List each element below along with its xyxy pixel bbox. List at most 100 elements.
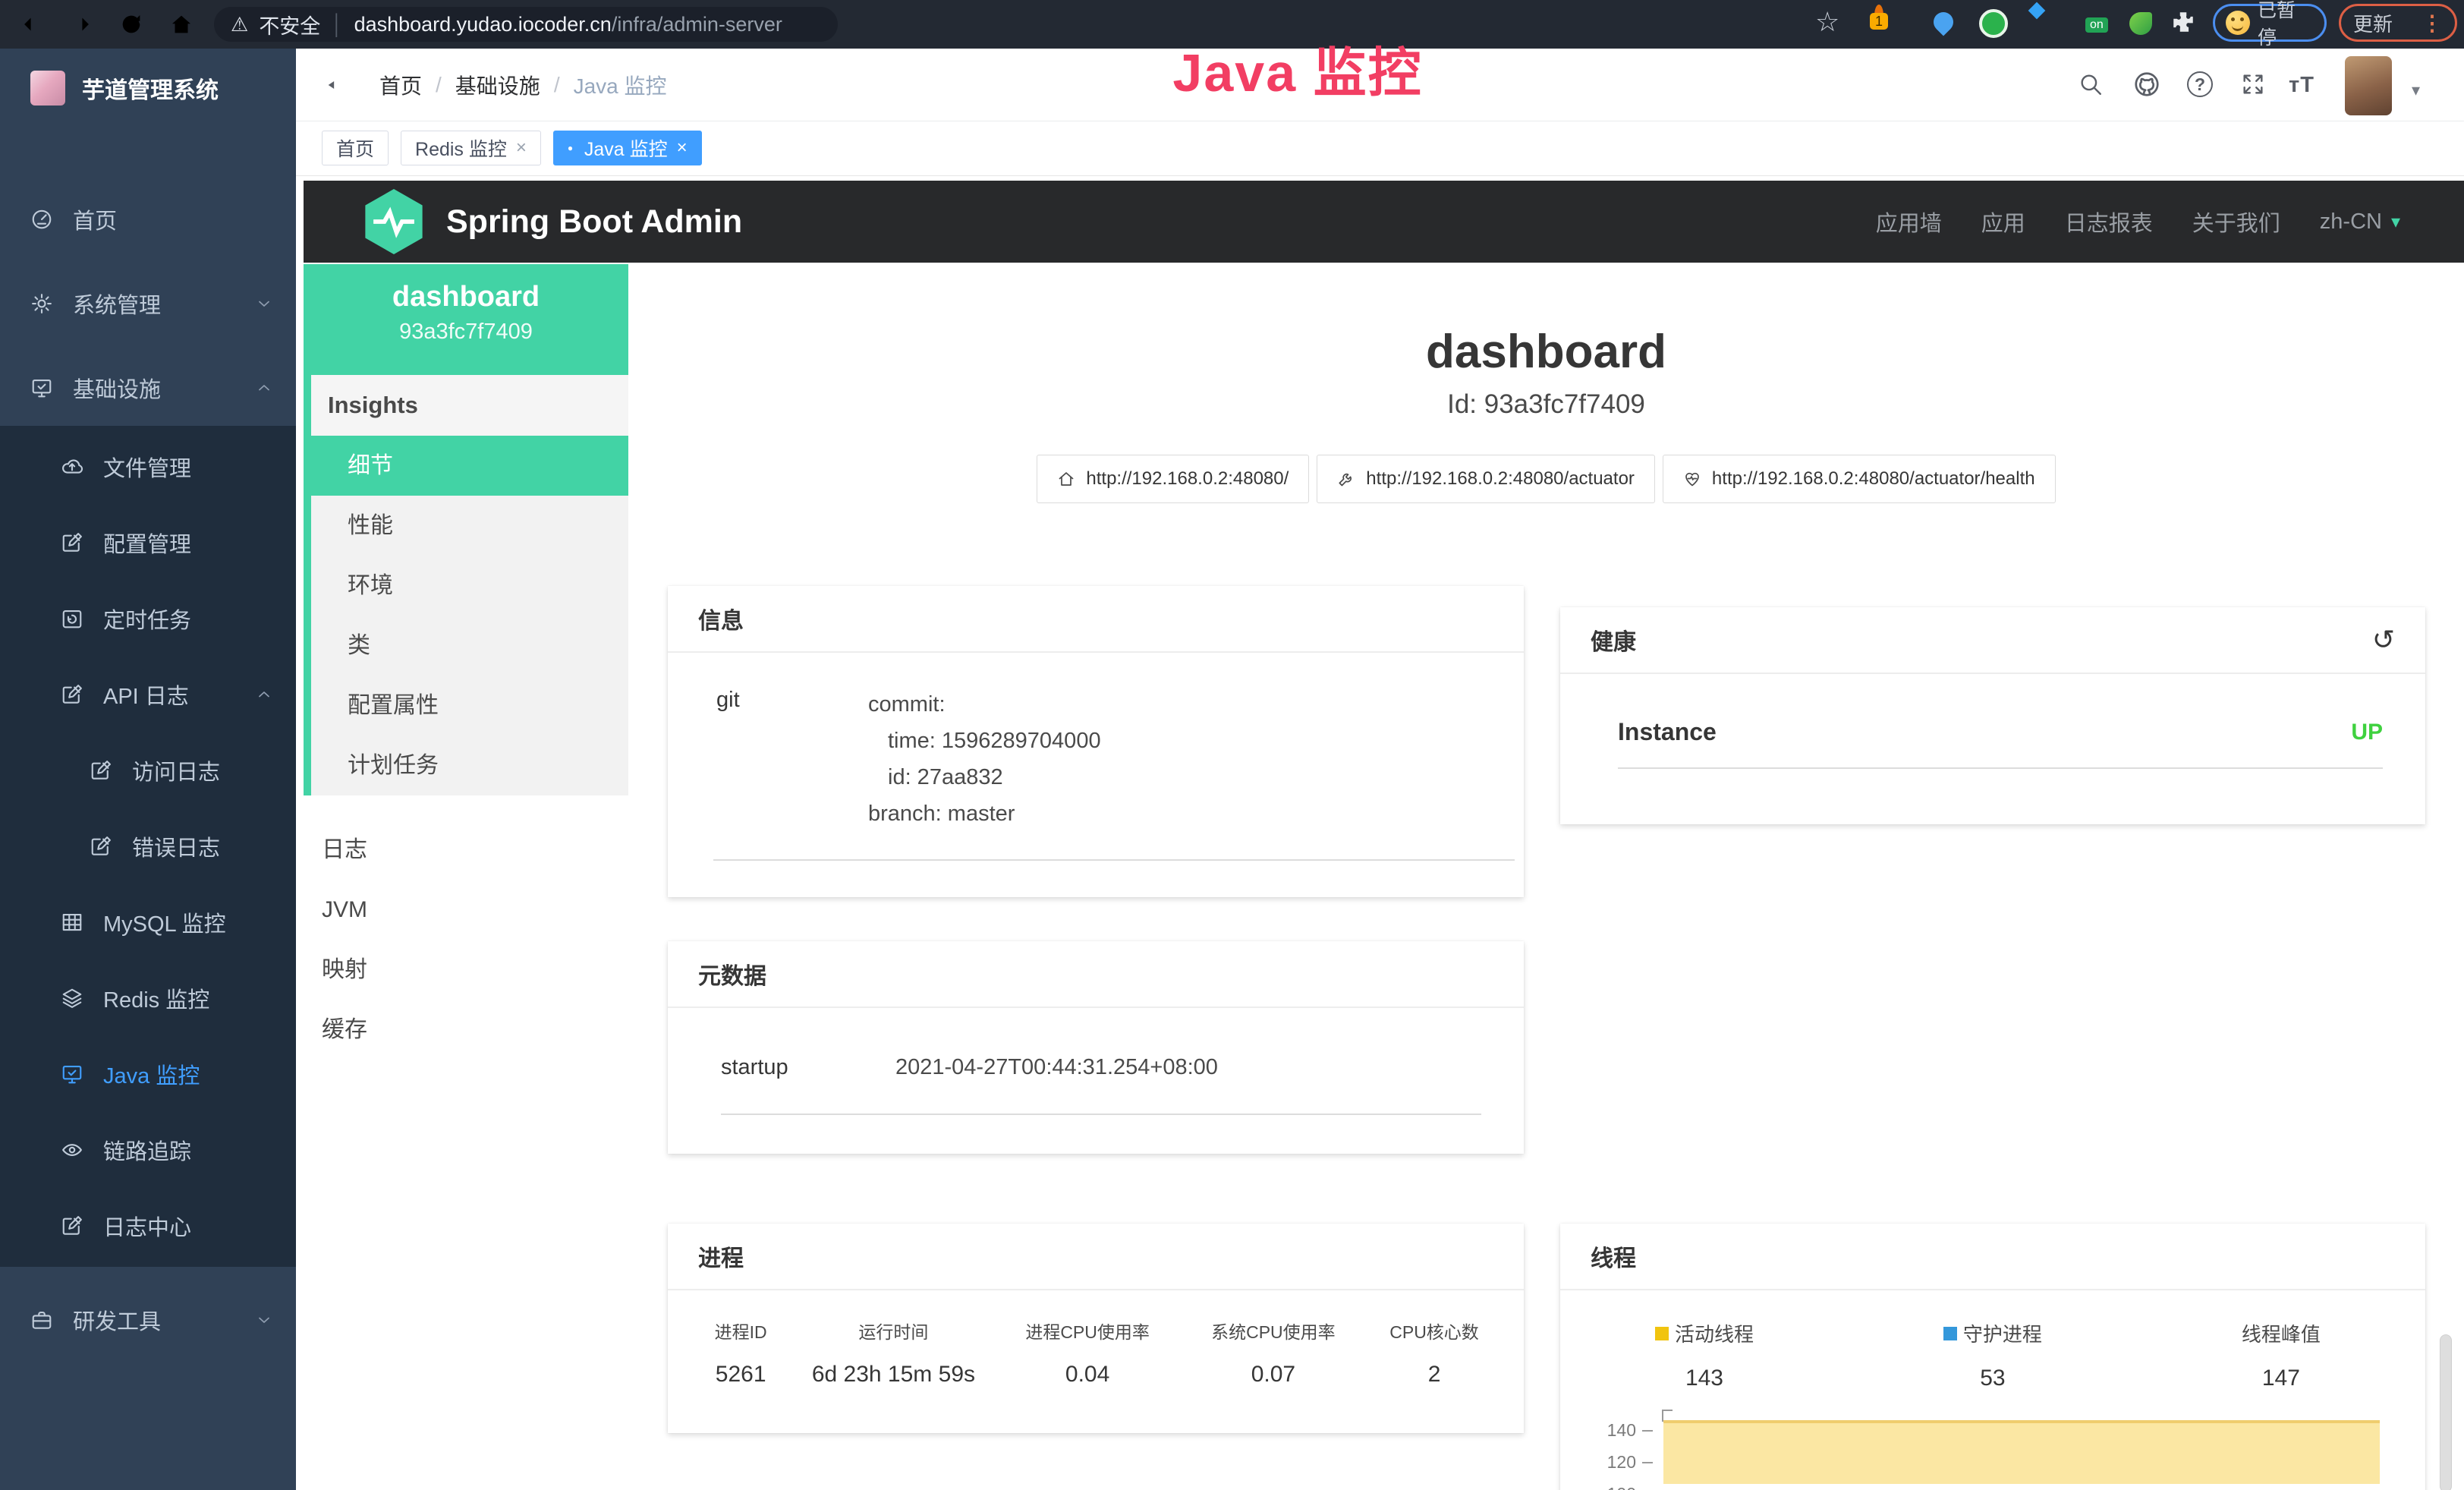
sidebar-item-log-center[interactable]: 日志中心	[0, 1188, 296, 1264]
nav-item-classes[interactable]: 类	[304, 616, 628, 676]
browser-update-button[interactable]: 更新 ⋮	[2339, 4, 2457, 42]
breadcrumb-home[interactable]: 首页	[379, 70, 422, 100]
close-icon[interactable]: ×	[516, 137, 527, 159]
sba-brand[interactable]: Spring Boot Admin	[446, 203, 742, 241]
sba-locale-select[interactable]: zh-CN ▾	[2320, 209, 2400, 235]
tab-java-monitor[interactable]: ● Java 监控 ×	[553, 131, 702, 165]
sidebar-item-api-log[interactable]: API 日志	[0, 657, 296, 732]
browser-reload-icon[interactable]	[118, 11, 144, 37]
search-icon[interactable]	[2078, 71, 2104, 97]
legend-daemon-swatch	[1943, 1327, 1957, 1340]
paused-label: 已暂停	[2258, 0, 2314, 50]
process-cpu: 0.04	[989, 1362, 1187, 1388]
timer-icon	[61, 607, 83, 630]
app-sidebar: 芋道管理系统 首页 系统管理 基础设施 文件管理 配置管理	[0, 49, 296, 1490]
extension-sprout-icon[interactable]	[2129, 12, 2152, 35]
browser-home-icon[interactable]	[168, 11, 194, 37]
edit-square-icon	[61, 531, 83, 554]
sidebar-item-error-log[interactable]: 错误日志	[0, 808, 296, 884]
table-icon	[61, 911, 83, 934]
locale-caret-icon: ▾	[2391, 211, 2400, 233]
nav-item-config-props[interactable]: 配置属性	[304, 676, 628, 736]
profile-paused-badge[interactable]: 已暂停	[2213, 4, 2327, 42]
nav-item-caches[interactable]: 缓存	[304, 1000, 628, 1060]
sidebar-item-file-management[interactable]: 文件管理	[0, 429, 296, 505]
chevron-up-icon	[255, 379, 273, 397]
sba-iframe-content: Spring Boot Admin 应用墙 应用 日志报表 关于我们 zh-CN…	[296, 176, 2464, 1490]
endpoint-health-link[interactable]: http://192.168.0.2:48080/actuator/health	[1663, 455, 2056, 503]
endpoint-actuator-link[interactable]: http://192.168.0.2:48080/actuator	[1317, 455, 1655, 503]
nav-item-scheduled-tasks[interactable]: 计划任务	[304, 736, 628, 795]
card-threads-title: 线程	[1591, 1240, 1636, 1273]
page-instance-id: Id: 93a3fc7f7409	[628, 389, 2464, 420]
sidebar-item-access-log[interactable]: 访问日志	[0, 732, 296, 808]
tab-home[interactable]: 首页	[322, 131, 389, 165]
sidebar-item-home[interactable]: 首页	[0, 181, 296, 257]
metadata-row-label: startup	[721, 1055, 895, 1080]
nav-item-mappings[interactable]: 映射	[304, 940, 628, 1000]
sba-nav-applications[interactable]: 应用	[1981, 206, 2025, 238]
endpoint-home-link[interactable]: http://192.168.0.2:48080/	[1037, 455, 1309, 503]
log-edit-icon	[61, 1214, 83, 1237]
sidebar-item-infrastructure[interactable]: 基础设施	[0, 350, 296, 426]
health-instance-row[interactable]: Instance UP	[1618, 718, 2383, 746]
instance-header[interactable]: dashboard 93a3fc7f7409	[304, 264, 628, 375]
sidebar-item-redis-monitor[interactable]: Redis 监控	[0, 960, 296, 1036]
user-avatar[interactable]	[2345, 56, 2392, 115]
sidebar-item-system[interactable]: 系统管理	[0, 266, 296, 342]
browser-menu-icon[interactable]: ⋮	[2422, 11, 2443, 36]
font-size-icon[interactable]: тT	[2289, 73, 2315, 98]
extension-on-badge: on	[2085, 17, 2108, 33]
nav-item-jvm[interactable]: JVM	[304, 880, 628, 940]
process-uptime: 6d 23h 15m 59s	[798, 1362, 988, 1388]
sidebar-item-scheduled-jobs[interactable]: 定时任务	[0, 581, 296, 657]
browser-forward-icon[interactable]	[68, 11, 94, 37]
log-edit-icon	[90, 759, 112, 782]
user-menu-caret-icon[interactable]: ▾	[2412, 80, 2420, 100]
nav-item-environment[interactable]: 环境	[304, 556, 628, 616]
sba-nav-wallboard[interactable]: 应用墙	[1876, 206, 1942, 238]
tab-redis-monitor[interactable]: Redis 监控 ×	[401, 131, 541, 165]
threads-area-chart: 140 120 100	[1560, 1413, 2406, 1490]
browser-back-icon[interactable]	[19, 11, 45, 37]
system-cpu: 0.07	[1187, 1362, 1360, 1388]
cloud-upload-icon	[61, 455, 83, 478]
sidebar-item-config-management[interactable]: 配置管理	[0, 505, 296, 581]
close-icon[interactable]: ×	[677, 137, 688, 159]
home-icon	[1057, 470, 1075, 488]
nav-item-metrics[interactable]: 性能	[304, 496, 628, 556]
page-title: dashboard	[628, 325, 2464, 379]
nav-item-logs[interactable]: 日志	[304, 820, 628, 880]
history-icon[interactable]: ↺	[2372, 624, 2395, 656]
extension-colorzilla-icon[interactable]: 1	[1874, 5, 1883, 27]
dashboard-gauge-icon	[30, 208, 53, 231]
sba-nav-about[interactable]: 关于我们	[2192, 206, 2280, 238]
sidebar-item-tracing[interactable]: 链路追踪	[0, 1112, 296, 1188]
sidebar-collapse-icon[interactable]	[323, 70, 354, 100]
app-logo-row[interactable]: 芋道管理系统	[0, 49, 296, 128]
sba-nav-journal[interactable]: 日志报表	[2065, 206, 2153, 238]
extension-y-icon[interactable]	[1979, 9, 2008, 38]
sidebar-item-mysql-monitor[interactable]: MySQL 监控	[0, 884, 296, 960]
sidebar-item-dev-tools[interactable]: 研发工具	[0, 1282, 296, 1358]
sidebar-item-java-monitor[interactable]: Java 监控	[0, 1036, 296, 1112]
sba-instance-nav: dashboard 93a3fc7f7409 Insights 细节 性能 环境…	[304, 264, 628, 1060]
address-bar[interactable]: ⚠ 不安全 │ dashboard.yudao.iocoder.cn/infra…	[214, 7, 838, 42]
process-table-values: 5261 6d 23h 15m 59s 0.04 0.07 2	[683, 1362, 1509, 1388]
live-threads-value: 143	[1560, 1366, 1849, 1391]
github-icon[interactable]	[2132, 70, 2161, 99]
card-health-title: 健康	[1591, 623, 1636, 657]
extensions-puzzle-icon[interactable]	[2170, 9, 2196, 35]
help-icon[interactable]: ?	[2187, 71, 2213, 97]
url-host: dashboard.yudao.iocoder.cn	[354, 13, 612, 36]
nav-item-details[interactable]: 细节	[304, 436, 628, 496]
address-divider: │	[331, 13, 343, 36]
log-edit-icon	[90, 835, 112, 858]
extension-pin-icon[interactable]	[1930, 8, 1958, 36]
extension-badge: 1	[1870, 13, 1888, 30]
bookmark-star-icon[interactable]: ☆	[1815, 6, 1839, 38]
spring-boot-admin-logo	[361, 186, 426, 257]
breadcrumb-infrastructure[interactable]: 基础设施	[455, 70, 540, 100]
fullscreen-icon[interactable]	[2240, 71, 2266, 97]
scrollbar-thumb[interactable]	[2440, 1334, 2452, 1490]
